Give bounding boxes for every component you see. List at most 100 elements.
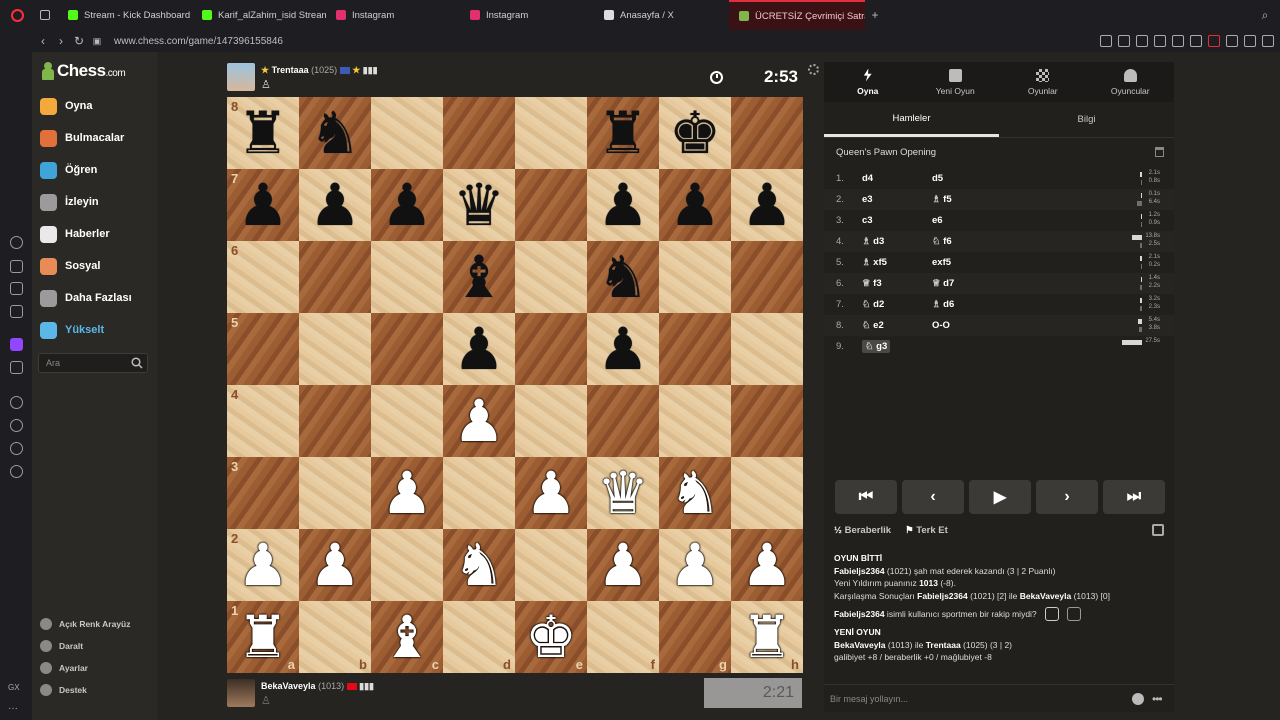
black-move[interactable]: e6	[932, 215, 1012, 226]
more-sidebar-icon[interactable]: ···	[8, 703, 18, 714]
sidebar-item[interactable]: Öğren	[40, 160, 97, 180]
resign-button[interactable]: ⚑ Terk Et	[905, 525, 948, 536]
board-square[interactable]: ♟	[587, 529, 659, 601]
new-game-player-1[interactable]: BekaVaveyla	[834, 640, 886, 650]
board-square[interactable]	[515, 169, 587, 241]
board-square[interactable]	[659, 313, 731, 385]
sidebar-bottom-item[interactable]: Ayarlar	[40, 660, 88, 676]
board-square[interactable]	[443, 457, 515, 529]
browser-tab[interactable]: Karif_alZahim_isid Stream	[192, 0, 326, 30]
x-twitter-icon[interactable]	[10, 361, 23, 374]
board-square[interactable]: ♟	[443, 385, 515, 457]
limiter-icon[interactable]	[10, 282, 23, 295]
top-player-name[interactable]: Trentaaa	[272, 65, 309, 75]
board-square[interactable]: 5	[227, 313, 299, 385]
board-square[interactable]: ♛	[443, 169, 515, 241]
sidebar-item[interactable]: Oyna	[40, 96, 93, 116]
white-pawn-icon[interactable]: ♟	[525, 464, 577, 522]
board-square[interactable]: ♚	[659, 97, 731, 169]
white-knight-icon[interactable]: ♞	[669, 464, 721, 522]
board-square[interactable]: ♟	[371, 457, 443, 529]
sidebar-item[interactable]: Haberler	[40, 224, 110, 244]
board-square[interactable]: ♟	[731, 529, 803, 601]
forward-button[interactable]: ›	[52, 34, 70, 48]
board-square[interactable]: ♟	[443, 313, 515, 385]
first-move-button[interactable]: ⏮	[835, 480, 897, 514]
white-bishop-icon[interactable]: ♝	[381, 608, 433, 666]
easy-setup-icon[interactable]	[1244, 35, 1256, 47]
white-pawn-icon[interactable]: ♟	[237, 536, 289, 594]
chat-input[interactable]: Bir mesaj yollayın... •••	[824, 684, 1174, 712]
black-pawn-icon[interactable]: ♟	[453, 320, 505, 378]
black-move[interactable]: d5	[932, 173, 1012, 184]
board-square[interactable]	[371, 97, 443, 169]
reload-button[interactable]: ↻	[70, 34, 88, 48]
results-player-1[interactable]: Fabieljs2364	[917, 591, 968, 601]
last-move-button[interactable]: ⏭	[1103, 480, 1165, 514]
board-square[interactable]	[443, 97, 515, 169]
clock-sidebar-icon[interactable]	[10, 419, 23, 432]
chesscom-logo[interactable]: Chess.com	[42, 61, 126, 81]
black-pawn-icon[interactable]: ♟	[381, 176, 433, 234]
top-player-avatar[interactable]	[227, 63, 255, 91]
snapshot-icon[interactable]	[1118, 35, 1130, 47]
board-square[interactable]: ♝	[443, 241, 515, 313]
black-pawn-icon[interactable]: ♟	[237, 176, 289, 234]
black-move[interactable]: ♗ f5	[932, 194, 1012, 205]
black-bishop-icon[interactable]: ♝	[453, 248, 505, 306]
bottom-player-name[interactable]: BekaVaveyla	[261, 681, 316, 691]
board-square[interactable]: ♞	[587, 241, 659, 313]
black-knight-icon[interactable]: ♞	[597, 248, 649, 306]
sidebar-item[interactable]: Daha Fazlası	[40, 288, 132, 308]
black-move[interactable]: exf5	[932, 257, 1012, 268]
board-square[interactable]: 7 ♟	[227, 169, 299, 241]
search-icon[interactable]	[131, 357, 143, 369]
board-square[interactable]: c ♝	[371, 601, 443, 673]
black-move[interactable]: O-O	[932, 320, 1012, 331]
back-button[interactable]: ‹	[34, 34, 52, 48]
pin-icon[interactable]	[1100, 35, 1112, 47]
white-pawn-icon[interactable]: ♟	[381, 464, 433, 522]
black-king-icon[interactable]: ♚	[669, 104, 721, 162]
black-pawn-icon[interactable]: ♟	[597, 176, 649, 234]
white-move[interactable]: ♘ g3	[862, 340, 932, 353]
black-queen-icon[interactable]: ♛	[453, 176, 505, 234]
sidebar-item[interactable]: İzleyin	[40, 192, 99, 212]
sidebar-bottom-item[interactable]: Destek	[40, 682, 87, 698]
white-move[interactable]: d4	[862, 173, 932, 184]
sidebar-bottom-item[interactable]: Açık Renk Arayüz	[40, 616, 131, 632]
browser-tab[interactable]: Instagram	[326, 0, 460, 30]
gx-cleaner-icon[interactable]	[1208, 35, 1220, 47]
previous-move-button[interactable]: ‹	[902, 480, 964, 514]
black-move[interactable]: ♘ f6	[932, 236, 1012, 247]
black-move[interactable]: ♗ d6	[932, 299, 1012, 310]
black-pawn-icon[interactable]: ♟	[597, 320, 649, 378]
settings-sidebar-icon[interactable]	[10, 465, 23, 478]
sidebar-item[interactable]: Sosyal	[40, 256, 100, 276]
chess-board[interactable]: 8 ♜ ♞ ♜ ♚ 7 ♟ ♟ ♟ ♛ ♟ ♟ ♟ 6 ♝ ♞ 5 ♟ ♟ 4 ♟ 3 ♟ ♟ ♛ ♞ 2 ♟ ♟ ♞ ♟ ♟ ♟ 1 a ♜ b c ♝ d…	[227, 97, 803, 673]
board-square[interactable]	[371, 529, 443, 601]
board-square[interactable]	[371, 241, 443, 313]
white-pawn-icon[interactable]: ♟	[453, 392, 505, 450]
board-square[interactable]	[299, 385, 371, 457]
board-square[interactable]	[659, 385, 731, 457]
board-square[interactable]: ♞	[443, 529, 515, 601]
board-square[interactable]: 4	[227, 385, 299, 457]
board-square[interactable]: 6	[227, 241, 299, 313]
board-settings-icon[interactable]	[808, 64, 819, 75]
board-square[interactable]	[731, 313, 803, 385]
heart-icon[interactable]	[1172, 35, 1184, 47]
white-rook-icon[interactable]: ♜	[237, 608, 289, 666]
new-game-player-2[interactable]: Trentaaa	[926, 640, 961, 650]
thumbs-down-icon[interactable]	[1066, 607, 1081, 621]
next-move-button[interactable]: ›	[1036, 480, 1098, 514]
white-move[interactable]: ♘ d2	[862, 299, 932, 310]
question-player[interactable]: Fabieljs2364	[834, 609, 885, 619]
board-square[interactable]: 8 ♜	[227, 97, 299, 169]
board-square[interactable]: 1 a ♜	[227, 601, 299, 673]
board-square[interactable]	[371, 385, 443, 457]
download-icon[interactable]	[1190, 35, 1202, 47]
board-square[interactable]	[731, 457, 803, 529]
board-square[interactable]	[731, 385, 803, 457]
browser-tab[interactable]: Stream - Kick Dashboard	[58, 0, 192, 30]
